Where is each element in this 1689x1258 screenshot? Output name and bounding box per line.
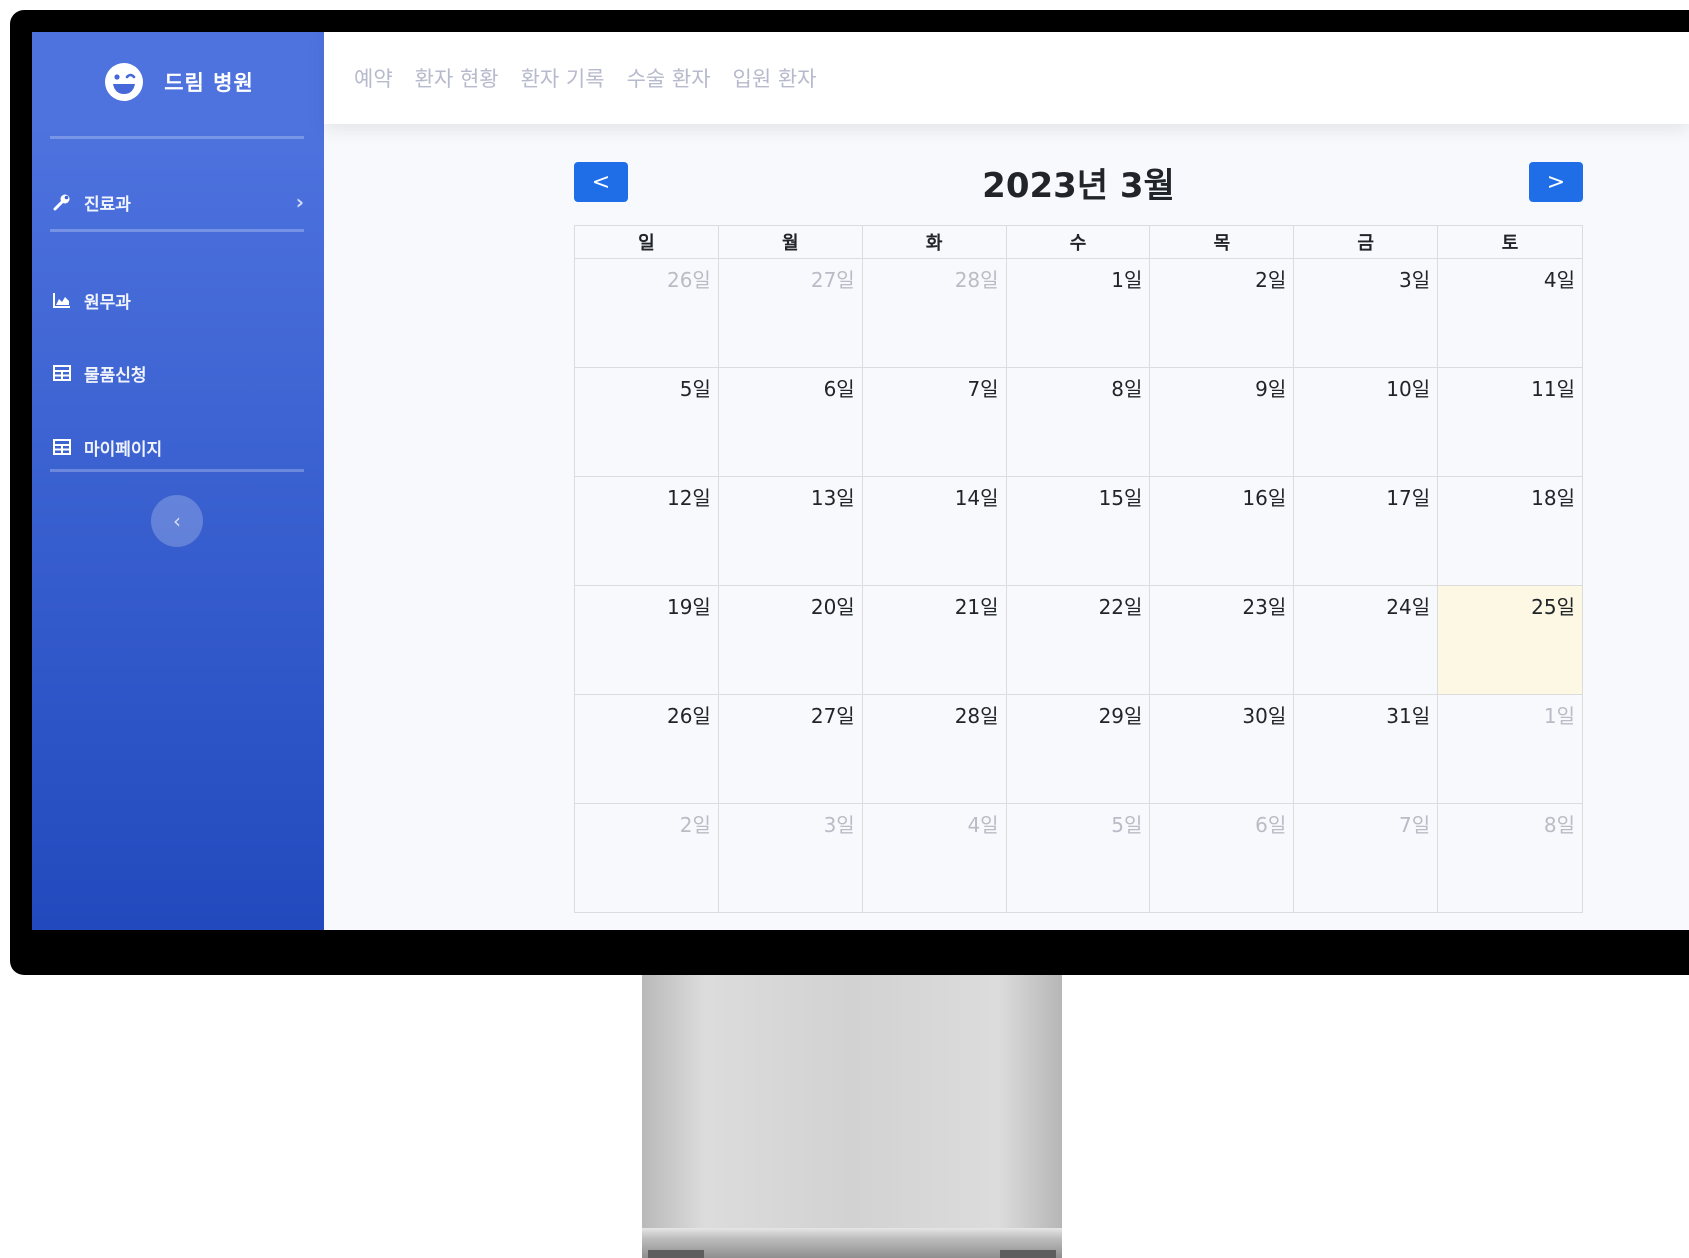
area-chart-icon: [52, 290, 72, 310]
calendar-week-row: 2일 3일 4일 5일 6일 7일 8일: [575, 804, 1582, 913]
sidebar-divider: [50, 469, 304, 472]
calendar-day[interactable]: 11일: [1438, 368, 1582, 476]
monitor-stand: [642, 975, 1062, 1258]
calendar-day[interactable]: 27일: [719, 259, 863, 367]
sidebar-item-department[interactable]: 진료과 ›: [52, 182, 304, 222]
calendar-day[interactable]: 6일: [1150, 804, 1295, 912]
top-link-reservation[interactable]: 예약: [354, 63, 393, 93]
calendar-week-row: 12일 13일 14일 15일 16일 17일 18일: [575, 477, 1582, 586]
calendar-day[interactable]: 7일: [863, 368, 1007, 476]
app-screen: 드림 병원 진료과 › 원무과 물품신청 마이페이지 ‹ 예약 환자 현황 환자…: [32, 32, 1689, 930]
sidebar-brand[interactable]: 드림 병원: [32, 52, 324, 112]
calendar-week-row: 19일 20일 21일 22일 23일 24일 25일: [575, 586, 1582, 695]
weekday-mon: 월: [719, 226, 863, 258]
next-month-button[interactable]: >: [1529, 162, 1583, 202]
top-nav: 예약 환자 현황 환자 기록 수술 환자 입원 환자: [354, 32, 817, 124]
topbar: 예약 환자 현황 환자 기록 수술 환자 입원 환자: [324, 32, 1689, 124]
laugh-wink-icon: [105, 63, 144, 101]
table-icon: [52, 437, 72, 457]
calendar-day[interactable]: 27일: [719, 695, 863, 803]
sidebar-item-label: 물품신청: [84, 365, 147, 386]
calendar-day[interactable]: 3일: [719, 804, 863, 912]
calendar-day[interactable]: 4일: [1438, 259, 1582, 367]
calendar-week-row: 26일 27일 28일 1일 2일 3일 4일: [575, 259, 1582, 368]
weekday-wed: 수: [1007, 226, 1151, 258]
sidebar-item-mypage[interactable]: 마이페이지: [52, 427, 304, 467]
calendar-day[interactable]: 26일: [575, 259, 719, 367]
calendar-day[interactable]: 20일: [719, 586, 863, 694]
weekday-tue: 화: [863, 226, 1007, 258]
calendar-day[interactable]: 15일: [1007, 477, 1151, 585]
sidebar: 드림 병원 진료과 › 원무과 물품신청 마이페이지 ‹: [32, 32, 324, 930]
calendar-day[interactable]: 10일: [1294, 368, 1439, 476]
sidebar-divider: [50, 136, 304, 139]
weekday-thu: 목: [1150, 226, 1295, 258]
monitor-stand-foot: [1000, 1250, 1056, 1258]
wrench-icon: [52, 192, 72, 212]
sidebar-item-supply-request[interactable]: 물품신청: [52, 353, 304, 393]
chevron-right-icon: ›: [295, 190, 304, 214]
calendar-day[interactable]: 8일: [1007, 368, 1151, 476]
top-link-surgery-patients[interactable]: 수술 환자: [627, 63, 711, 93]
calendar-day[interactable]: 9일: [1150, 368, 1295, 476]
calendar-day[interactable]: 7일: [1294, 804, 1439, 912]
calendar-weeks: 26일 27일 28일 1일 2일 3일 4일 5일 6일 7일 8일 9일 10일 11일 12일 13일 1…: [574, 259, 1583, 913]
calendar-day[interactable]: 1일: [1007, 259, 1151, 367]
chevron-left-icon: ‹: [173, 509, 181, 533]
calendar-day[interactable]: 3일: [1294, 259, 1439, 367]
calendar-day[interactable]: 17일: [1294, 477, 1439, 585]
calendar-header: < 2023년 3월 >: [574, 155, 1583, 215]
calendar-day[interactable]: 1일: [1438, 695, 1582, 803]
calendar-week-row: 26일 27일 28일 29일 30일 31일 1일: [575, 695, 1582, 804]
top-link-patient-records[interactable]: 환자 기록: [521, 63, 605, 93]
sidebar-item-label: 원무과: [84, 292, 131, 313]
calendar-title: 2023년 3월: [982, 165, 1175, 206]
weekday-sat: 토: [1501, 233, 1519, 254]
calendar-day[interactable]: 18일: [1438, 477, 1582, 585]
calendar-day[interactable]: 21일: [863, 586, 1007, 694]
calendar-day[interactable]: 8일: [1438, 804, 1582, 912]
calendar-day[interactable]: 22일: [1007, 586, 1151, 694]
calendar-day[interactable]: 14일: [863, 477, 1007, 585]
calendar-day[interactable]: 28일: [863, 259, 1007, 367]
sidebar-divider: [50, 229, 304, 232]
sidebar-item-label: 마이페이지: [84, 439, 163, 460]
sidebar-item-label: 진료과: [84, 194, 131, 215]
weekday-header-row: 일 월 화 수 목 금 토: [574, 225, 1583, 259]
chevron-right-icon: >: [1546, 169, 1566, 195]
calendar-day[interactable]: 6일: [719, 368, 863, 476]
monitor-stand-base: [642, 1228, 1062, 1258]
calendar-day[interactable]: 29일: [1007, 695, 1151, 803]
calendar-day[interactable]: 23일: [1150, 586, 1295, 694]
calendar-grid: 일 월 화 수 목 금 토 26일 27일 28일 1일 2일 3일 4일 5일 6일 7일 8일 9…: [574, 225, 1583, 913]
calendar-day[interactable]: 24일: [1294, 586, 1439, 694]
calendar-day[interactable]: 28일: [863, 695, 1007, 803]
calendar-day[interactable]: 16일: [1150, 477, 1295, 585]
calendar-day[interactable]: 31일: [1294, 695, 1439, 803]
calendar-day[interactable]: 12일: [575, 477, 719, 585]
weekday-sun: 일: [575, 226, 719, 258]
calendar-day[interactable]: 19일: [575, 586, 719, 694]
calendar-day-today[interactable]: 25일: [1438, 586, 1582, 694]
monitor-bezel: 드림 병원 진료과 › 원무과 물품신청 마이페이지 ‹ 예약 환자 현황 환자…: [10, 10, 1689, 975]
calendar-day[interactable]: 2일: [575, 804, 719, 912]
top-link-patient-status[interactable]: 환자 현황: [415, 63, 499, 93]
calendar-week-row: 5일 6일 7일 8일 9일 10일 11일: [575, 368, 1582, 477]
sidebar-item-administration[interactable]: 원무과: [52, 280, 304, 320]
monitor-stand-foot: [648, 1250, 704, 1258]
sidebar-toggle-button[interactable]: ‹: [151, 495, 203, 547]
calendar-day[interactable]: 5일: [1007, 804, 1151, 912]
calendar-day[interactable]: 26일: [575, 695, 719, 803]
weekday-fri: 금: [1294, 226, 1439, 258]
top-link-inpatients[interactable]: 입원 환자: [733, 63, 817, 93]
calendar-day[interactable]: 2일: [1150, 259, 1295, 367]
calendar-day[interactable]: 13일: [719, 477, 863, 585]
calendar-day[interactable]: 5일: [575, 368, 719, 476]
brand-name: 드림 병원: [164, 71, 254, 95]
table-icon: [52, 363, 72, 383]
calendar-day[interactable]: 30일: [1150, 695, 1295, 803]
calendar-day[interactable]: 4일: [863, 804, 1007, 912]
